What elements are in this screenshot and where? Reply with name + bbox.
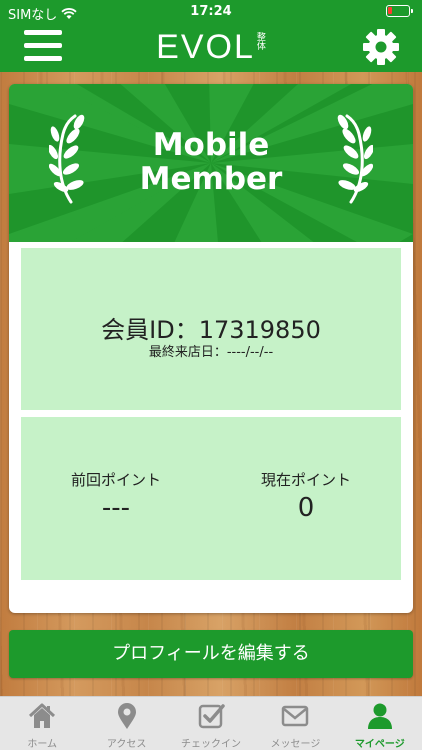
tab-access-label: アクセス	[106, 739, 147, 750]
app-header: SIMなし 17:24 EVOL 整体	[0, 0, 422, 72]
tab-mypage-label: マイページ	[354, 739, 405, 750]
banner-title: Mobile Member	[9, 128, 413, 196]
tab-home-label: ホーム	[27, 739, 58, 750]
member-banner: Mobile Member	[9, 84, 413, 242]
banner-title-line1: Mobile	[152, 127, 270, 163]
previous-points-label: 前回ポイント	[70, 471, 161, 489]
tab-access[interactable]: アクセス	[84, 697, 168, 750]
edit-profile-button[interactable]: プロフィールを編集する	[9, 630, 413, 678]
banner-title-line2: Member	[139, 161, 283, 197]
member-id: 会員ID：17319850	[101, 316, 321, 344]
last-visit-date: 最終来店日：----/--/--	[148, 345, 274, 360]
person-icon	[367, 703, 392, 729]
status-bar: SIMなし 17:24	[0, 0, 422, 23]
status-time: 17:24	[190, 4, 232, 19]
map-pin-icon	[117, 703, 136, 729]
tab-message[interactable]: メッセージ	[253, 697, 337, 750]
battery-icon	[386, 5, 413, 17]
tab-checkin-label: チェックイン	[181, 739, 242, 750]
checkin-icon	[198, 704, 225, 729]
app-logo: EVOL 整体	[0, 28, 422, 67]
tab-home[interactable]: ホーム	[0, 697, 84, 750]
gear-icon[interactable]	[362, 28, 400, 66]
points-panel: 前回ポイント --- 現在ポイント 0	[21, 417, 401, 580]
member-card: Mobile Member 会員ID：17319850 最終来店日：----/-…	[9, 84, 413, 613]
current-points-value: 0	[297, 493, 315, 523]
member-id-panel: 会員ID：17319850 最終来店日：----/--/--	[21, 248, 401, 410]
tab-checkin[interactable]: チェックイン	[169, 697, 253, 750]
previous-points-value: ---	[101, 493, 131, 523]
logo-text: EVOL	[156, 28, 255, 66]
home-icon	[29, 703, 56, 728]
current-points-label: 現在ポイント	[260, 471, 351, 489]
envelope-icon	[282, 705, 309, 727]
logo-subtext: 整体	[256, 33, 266, 52]
tab-message-label: メッセージ	[270, 739, 321, 750]
tab-bar: ホーム アクセス チェックイン メッセージ マイページ	[0, 696, 422, 750]
tab-mypage[interactable]: マイページ	[338, 697, 422, 750]
